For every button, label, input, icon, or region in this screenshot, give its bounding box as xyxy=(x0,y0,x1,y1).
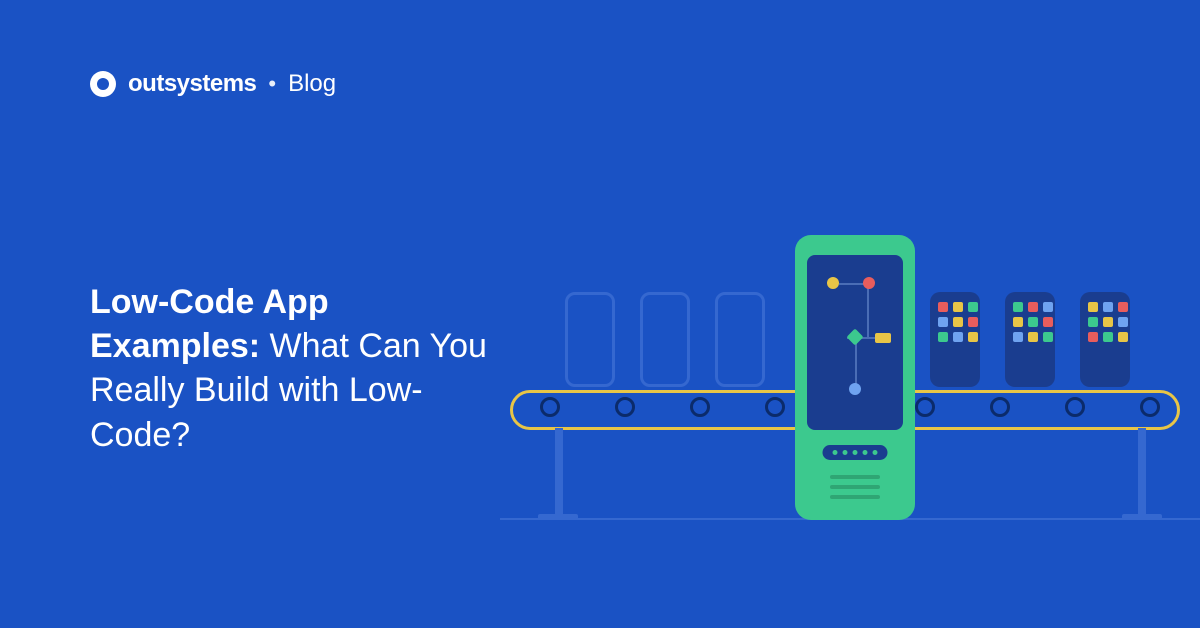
phone-empty-icon xyxy=(715,292,765,387)
phone-app-icon xyxy=(1005,292,1055,387)
belt-foot xyxy=(538,514,578,520)
roller-icon xyxy=(690,397,710,417)
brand-header: outsystems • Blog xyxy=(90,70,336,98)
machine-screen xyxy=(807,255,903,430)
processing-machine xyxy=(795,235,915,520)
roller-icon xyxy=(1140,397,1160,417)
flowchart-node-icon xyxy=(875,333,891,343)
flowchart-node-icon xyxy=(827,277,839,289)
roller-icon xyxy=(990,397,1010,417)
vent-line xyxy=(830,495,880,499)
roller-icon xyxy=(540,397,560,417)
logo-icon xyxy=(90,71,116,97)
roller-icon xyxy=(765,397,785,417)
phone-app-icon xyxy=(1080,292,1130,387)
flowchart-node-icon xyxy=(847,329,864,346)
conveyor-illustration xyxy=(530,210,1170,570)
belt-foot xyxy=(1122,514,1162,520)
flowchart-node-icon xyxy=(849,383,861,395)
section-label: Blog xyxy=(288,70,336,98)
flowchart-node-icon xyxy=(863,277,875,289)
phone-app-icon xyxy=(930,292,980,387)
belt-leg xyxy=(1138,428,1146,518)
vent-line xyxy=(830,485,880,489)
separator-dot: • xyxy=(268,71,276,97)
vent-line xyxy=(830,475,880,479)
phone-empty-icon xyxy=(640,292,690,387)
belt-leg xyxy=(555,428,563,518)
roller-icon xyxy=(915,397,935,417)
phone-empty-icon xyxy=(565,292,615,387)
roller-icon xyxy=(615,397,635,417)
brand-name: outsystems xyxy=(128,70,256,98)
indicator-dots xyxy=(823,445,888,460)
page-title: Low-Code App Examples: What Can You Real… xyxy=(90,280,490,457)
roller-icon xyxy=(1065,397,1085,417)
